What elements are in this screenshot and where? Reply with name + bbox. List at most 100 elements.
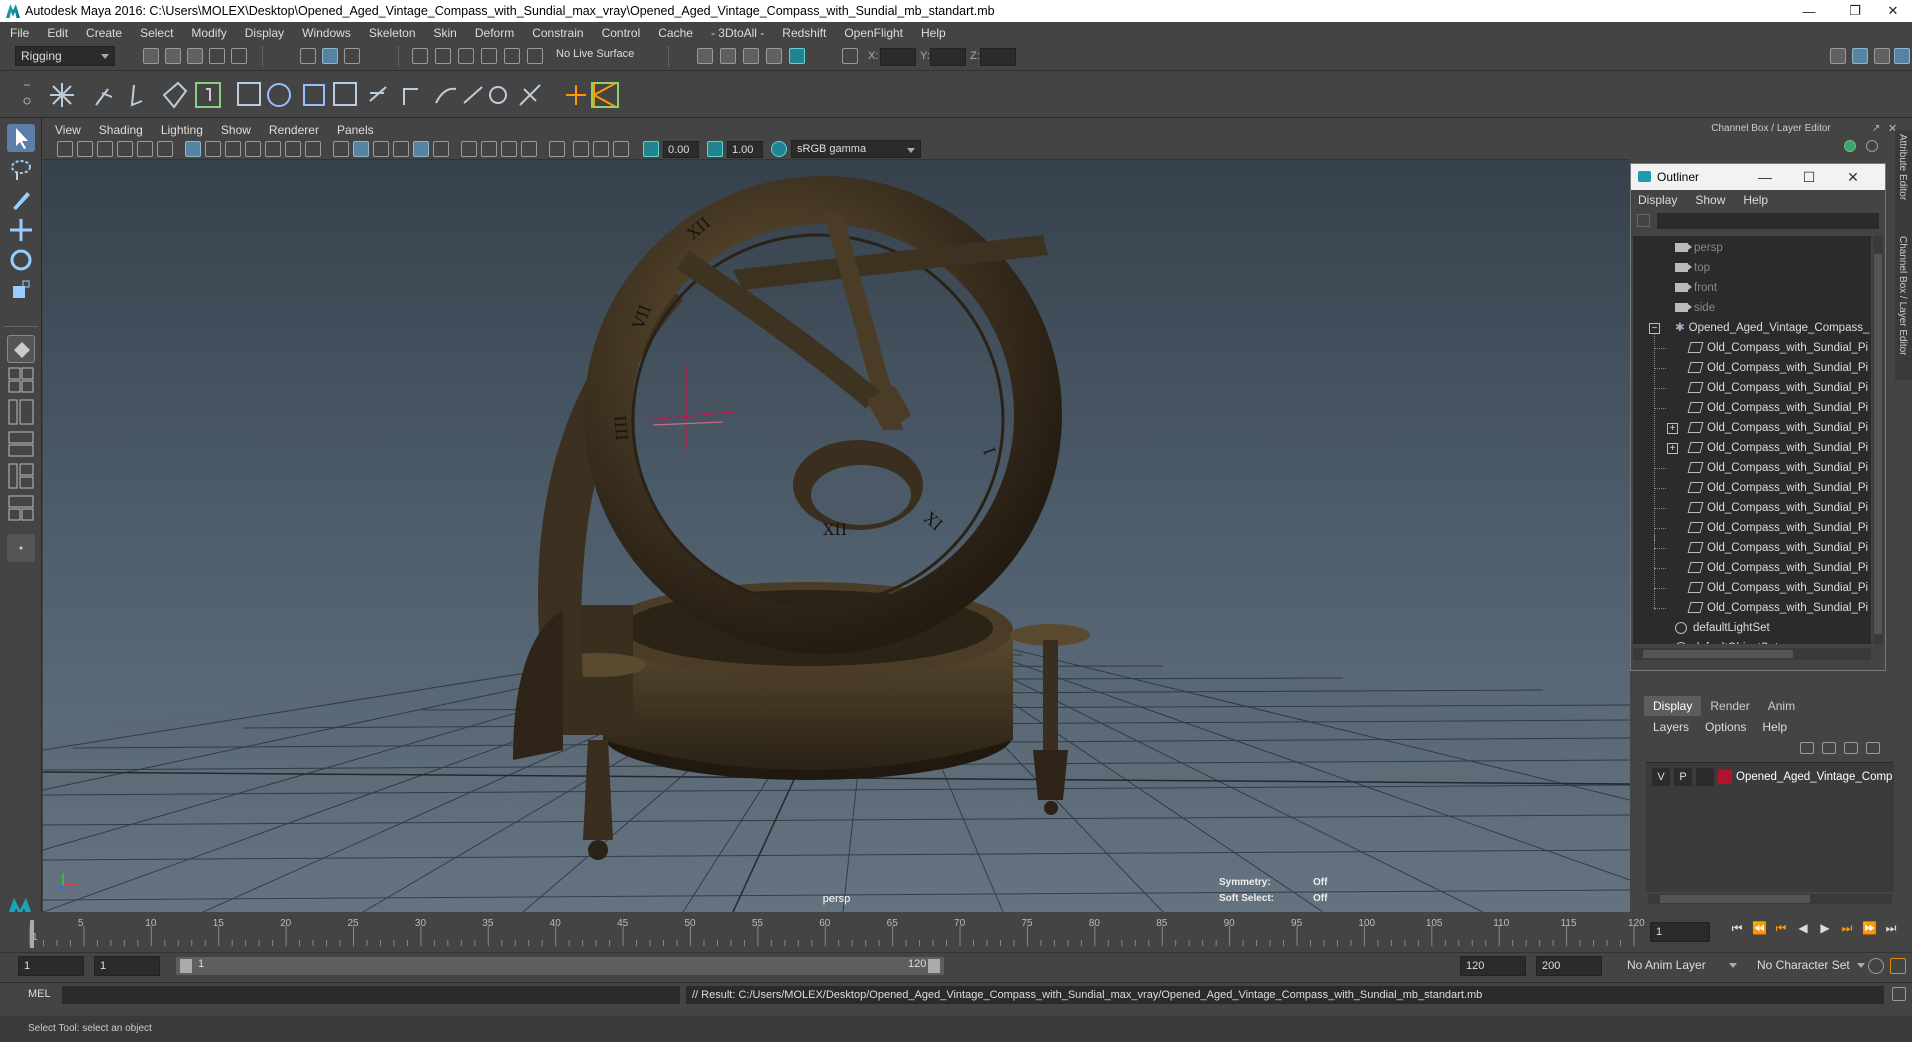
persp-outliner-layout-button[interactable] [7,398,35,426]
exposure-field[interactable]: 0.00 [663,141,699,158]
camera-attributes-icon[interactable] [77,141,93,157]
menu-file[interactable]: File [10,26,29,40]
gamma-icon[interactable] [707,141,723,157]
script-editor-icon[interactable] [1892,987,1906,1001]
snap-grid-icon[interactable] [412,48,428,64]
auto-key-icon[interactable] [1868,958,1884,974]
scale-tool[interactable] [7,276,35,304]
panel-menu-show[interactable]: Show [221,123,251,137]
new-layer-selected-icon[interactable] [1866,742,1880,754]
select-object-icon[interactable] [322,48,338,64]
z-field[interactable] [980,48,1016,66]
rotate-tool[interactable] [7,246,35,274]
outliner-vertical-scrollbar[interactable] [1873,236,1883,644]
menu-create[interactable]: Create [86,26,122,40]
snap-surface-icon[interactable] [504,48,520,64]
persp-graph-layout-button[interactable] [7,430,35,458]
layer-display-type-toggle[interactable] [1696,768,1714,786]
play-forwards-button[interactable]: ▶ [1818,921,1832,935]
outliner-item-child-10[interactable]: Old_Compass_with_Sundial_Pi [1687,518,1868,538]
ipr-render-icon[interactable] [743,48,759,64]
paint-select-tool[interactable] [7,186,35,214]
toggle-channel-box-icon[interactable] [1894,48,1910,64]
play-backwards-button[interactable]: ◀ [1796,921,1810,935]
menu-windows[interactable]: Windows [302,26,351,40]
panel-menu-view[interactable]: View [55,123,81,137]
persp-graph-outliner-layout-button[interactable] [7,462,35,490]
snap-curve-icon[interactable] [435,48,451,64]
new-empty-layer-icon[interactable] [1844,742,1858,754]
scroll-thumb[interactable] [1874,254,1882,634]
menuset-dropdown[interactable]: Rigging [15,46,115,66]
outliner-item-side[interactable]: side [1675,298,1715,318]
outliner-menu-show[interactable]: Show [1695,193,1725,207]
current-frame-field[interactable]: 1 [1650,922,1710,942]
menu-edit[interactable]: Edit [47,26,68,40]
xray-components-icon[interactable] [613,141,629,157]
menu-redshift[interactable]: Redshift [782,26,826,40]
motion-blur-icon[interactable] [481,141,497,157]
float-panel-icon[interactable]: ↗ [1872,123,1880,134]
range-start-handle[interactable] [180,959,192,973]
outliner-item-child-11[interactable]: Old_Compass_with_Sundial_Pi [1687,538,1868,558]
playback-end-field[interactable]: 120 [1460,956,1526,976]
move-layer-up-icon[interactable] [1800,742,1814,754]
bookmarks-icon[interactable] [97,141,113,157]
select-tool[interactable] [7,124,35,152]
four-view-layout-button[interactable] [7,366,35,394]
lights-icon[interactable] [413,141,429,157]
outliner-item-front[interactable]: front [1675,278,1717,298]
single-perspective-layout-button[interactable] [7,335,35,363]
menu-constrain[interactable]: Constrain [532,26,583,40]
menu-skeleton[interactable]: Skeleton [369,26,416,40]
field-chart-icon[interactable] [265,141,281,157]
hypershade-layout-button[interactable] [7,494,35,522]
range-end-handle[interactable] [928,959,940,973]
open-scene-icon[interactable] [165,48,181,64]
command-input[interactable] [62,986,680,1004]
step-forward-key-button[interactable]: ⏭ [1840,921,1854,935]
outliner-item-child-12[interactable]: Old_Compass_with_Sundial_Pi [1687,558,1868,578]
menu-3dtoall[interactable]: - 3DtoAll - [711,26,764,40]
outliner-minimize-button[interactable]: — [1743,164,1787,190]
live-surface-label[interactable]: No Live Surface [556,48,634,60]
outliner-item-top[interactable]: top [1675,258,1710,278]
collapse-group-button[interactable]: − [1649,323,1660,334]
playback-start-field[interactable]: 1 [94,956,160,976]
safe-action-icon[interactable] [285,141,301,157]
expand-child-button[interactable]: + [1667,443,1678,454]
anti-aliasing-icon[interactable] [501,141,517,157]
menu-modify[interactable]: Modify [191,26,226,40]
layer-menu-options[interactable]: Options [1705,720,1746,734]
x-field[interactable] [880,48,916,66]
panel-menu-renderer[interactable]: Renderer [269,123,319,137]
select-camera-icon[interactable] [57,141,73,157]
outliner-item-child-7[interactable]: Old_Compass_with_Sundial_Pi [1687,458,1868,478]
lasso-tool[interactable] [7,156,35,184]
save-scene-icon[interactable] [187,48,203,64]
menu-help[interactable]: Help [921,26,946,40]
anim-layer-dropdown[interactable]: No Anim Layer [1622,956,1742,976]
toggle-tool-settings-icon[interactable] [1874,48,1890,64]
step-forward-frame-button[interactable]: ⏩ [1862,921,1877,935]
isolate-select-icon[interactable] [549,141,565,157]
depth-of-field-icon[interactable] [521,141,537,157]
go-to-start-button[interactable]: ⏮ [1730,921,1744,935]
layer-menu-help[interactable]: Help [1762,720,1787,734]
film-gate-icon[interactable] [205,141,221,157]
outliner-maximize-button[interactable]: ☐ [1787,164,1831,190]
panel-menu-panels[interactable]: Panels [337,123,374,137]
render-view-icon[interactable] [766,48,782,64]
grid-icon[interactable] [185,141,201,157]
redo-icon[interactable] [231,48,247,64]
render-settings-icon[interactable] [697,48,713,64]
2d-pan-zoom-icon[interactable] [137,141,153,157]
outliner-item-child-9[interactable]: Old_Compass_with_Sundial_Pi [1687,498,1868,518]
move-tool[interactable] [7,216,35,244]
layer-editor-toggle-icon[interactable] [1866,140,1878,152]
xray-icon[interactable] [573,141,589,157]
expand-child-button[interactable]: + [1667,423,1678,434]
outliner-horizontal-scrollbar[interactable] [1633,648,1871,660]
exposure-icon[interactable] [643,141,659,157]
tab-display[interactable]: Display [1644,696,1702,716]
